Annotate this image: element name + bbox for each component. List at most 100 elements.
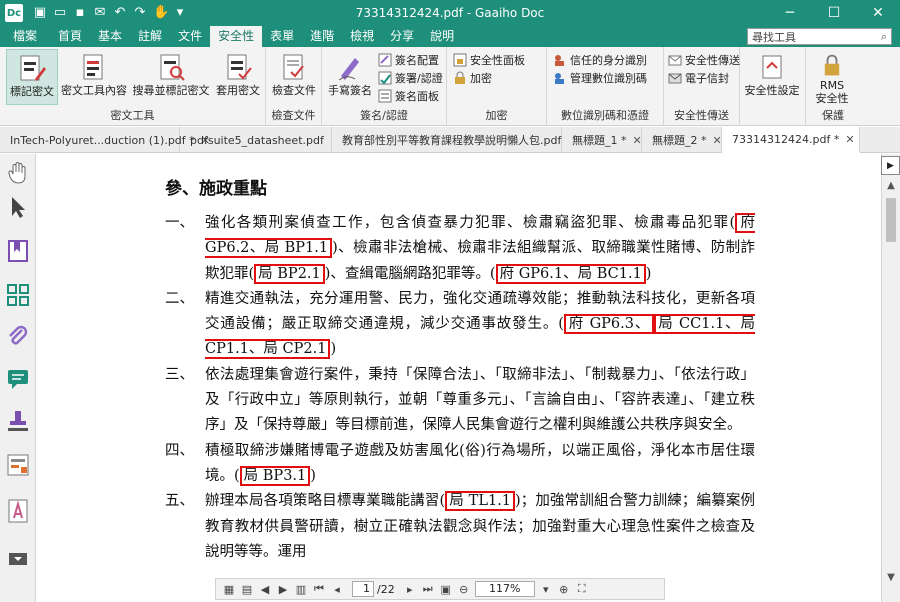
fullscreen-icon[interactable]: ⛶ — [575, 582, 589, 596]
thumbnails-icon[interactable] — [5, 282, 31, 308]
email-icon[interactable]: ✉ — [93, 6, 107, 20]
doc-tab-5[interactable]: 無標題_2 * ✕ — [642, 127, 722, 153]
scroll-down-icon[interactable]: ▼ — [885, 572, 897, 584]
stamp-icon[interactable] — [5, 408, 31, 434]
expand-right-panel-icon[interactable]: ▶ — [881, 156, 900, 175]
security-settings-button[interactable]: 安全性設定 — [745, 49, 800, 105]
item-number: 二、 — [165, 290, 194, 307]
bookmark-icon[interactable] — [5, 238, 31, 264]
item-text: ) — [330, 341, 337, 358]
minimize-button[interactable]: ─ — [768, 0, 812, 26]
collapse-icon[interactable] — [5, 546, 31, 572]
hand-icon[interactable] — [5, 160, 31, 186]
doc-tab-2[interactable]: pdfsuite5_datasheet.pdf — [180, 127, 332, 153]
last-page-icon[interactable]: ⏭ — [421, 582, 435, 596]
document-view[interactable]: 參、施政重點 一、 強化各類刑案偵查工作，包含偵查暴力犯罪、檢肅竊盜犯罪、檢肅毒… — [37, 154, 881, 602]
redaction-mark[interactable]: 局 BP2.1 — [254, 263, 325, 284]
next-view-icon[interactable]: ▶ — [276, 582, 290, 596]
signature-config-button[interactable]: 簽名配置 — [378, 51, 439, 69]
tab-basic[interactable]: 基本 — [90, 26, 130, 47]
scroll-up-icon[interactable]: ▲ — [885, 180, 897, 192]
doc-tab-3[interactable]: 教育部性別平等教育課程教學說明懶人包.pdf — [332, 127, 562, 153]
trusted-identities-button[interactable]: 信任的身分識別 — [553, 51, 647, 69]
tab-home[interactable]: 首頁 — [50, 26, 90, 47]
signature-panel-button[interactable]: 簽名面板 — [378, 87, 439, 105]
fit-width-icon[interactable]: ▥ — [294, 582, 308, 596]
redaction-mark[interactable]: 府 GP6.1、局 BC1.1 — [495, 263, 646, 284]
tool-search-input[interactable]: 尋找工具 ⌕ — [747, 28, 892, 45]
doc-tab-4[interactable]: 無標題_1 * ✕ — [562, 127, 642, 153]
open-icon[interactable]: ▭ — [53, 6, 67, 20]
search-icon[interactable]: ⌕ — [881, 30, 887, 44]
zoom-in-icon[interactable]: ⊕ — [557, 582, 571, 596]
doc-tab-active[interactable]: 73314312424.pdf * ✕ — [722, 127, 860, 153]
continuous-icon[interactable]: ▤ — [240, 582, 254, 596]
current-page-input[interactable]: 1 — [352, 581, 374, 597]
zoom-dropdown-icon[interactable]: ▾ — [539, 582, 553, 596]
redaction-properties-button[interactable]: 密文工具內容 — [60, 49, 128, 105]
pdf-page: 參、施政重點 一、 強化各類刑案偵查工作，包含偵查暴力犯罪、檢肅竊盜犯罪、檢肅毒… — [165, 174, 756, 565]
tab-document[interactable]: 文件 — [170, 26, 210, 47]
mark-redaction-button[interactable]: 標記密文 — [6, 49, 58, 105]
close-tab-icon[interactable]: ✕ — [845, 133, 854, 146]
select-arrow-icon[interactable] — [5, 194, 31, 220]
search-redaction-icon — [160, 54, 185, 81]
doc-tab-1[interactable]: InTech-Polyuret...duction (1).pdf * ✕ — [0, 127, 210, 153]
new-doc-icon[interactable]: ▣ — [33, 6, 47, 20]
fit-page-icon[interactable]: ▣ — [439, 582, 453, 596]
secure-transmit-button[interactable]: 安全性傳送 — [668, 51, 740, 69]
close-button[interactable]: ✕ — [856, 0, 900, 26]
search-mark-redaction-button[interactable]: 搜尋並標記密文 — [130, 49, 212, 105]
tab-forms[interactable]: 表單 — [262, 26, 302, 47]
customize-icon[interactable]: ▾ — [173, 6, 187, 20]
hand-tool-icon[interactable]: ✋ — [153, 6, 169, 20]
save-icon[interactable]: ▪ — [73, 6, 87, 20]
manage-digital-id-button[interactable]: 管理數位識別碼 — [553, 69, 647, 87]
check-document-button[interactable]: 檢查文件 — [268, 49, 320, 105]
next-page-icon[interactable]: ▸ — [403, 582, 417, 596]
doc-tab-label: 無標題_1 * — [572, 134, 627, 147]
security-panel-button[interactable]: 安全性面板 — [453, 51, 525, 69]
signature-icon[interactable] — [5, 498, 31, 524]
close-tab-icon[interactable]: ✕ — [633, 134, 642, 147]
tab-security[interactable]: 安全性 — [210, 26, 263, 47]
comments-icon[interactable] — [5, 366, 31, 392]
tab-file[interactable]: 檔案 — [0, 26, 50, 47]
redo-icon[interactable]: ↷ — [133, 6, 147, 20]
group-digital-id: 信任的身分識別 管理數位識別碼 數位識別碼和憑證 — [547, 47, 664, 126]
secure-transmit-label: 安全性傳送 — [685, 54, 740, 67]
previous-page-icon[interactable]: ◂ — [330, 582, 344, 596]
tab-view[interactable]: 檢視 — [342, 26, 382, 47]
zoom-out-icon[interactable]: ⊖ — [457, 582, 471, 596]
app-logo[interactable]: Dc — [5, 4, 23, 22]
tab-comment[interactable]: 註解 — [130, 26, 170, 47]
vertical-scrollbar[interactable]: ▲ ▼ — [881, 154, 900, 602]
tab-advanced[interactable]: 進階 — [302, 26, 342, 47]
redaction-mark[interactable]: 局 BP3.1 — [239, 465, 311, 486]
redaction-mark[interactable]: 局 TL1.1 — [445, 491, 516, 512]
item-number: 一、 — [165, 215, 194, 231]
ribbon-panel: 標記密文 密文工具內容 搜尋並標記密文 套用密文 密文工具 檢查文件 檢查文件 … — [0, 47, 900, 126]
tab-share[interactable]: 分享 — [382, 26, 422, 47]
first-page-icon[interactable]: ⏮ — [312, 582, 326, 596]
trusted-identities-label: 信任的身分識別 — [570, 54, 647, 67]
handwrite-signature-button[interactable]: 手寫簽名 — [324, 49, 376, 105]
single-page-icon[interactable]: ▦ — [222, 582, 236, 596]
redaction-mark[interactable]: 府 GP6.3、 — [563, 314, 655, 335]
tab-help[interactable]: 說明 — [422, 26, 462, 47]
close-tab-icon[interactable]: ✕ — [713, 134, 722, 147]
previous-view-icon[interactable]: ◀ — [258, 582, 272, 596]
digital-envelope-button[interactable]: 電子信封 — [668, 69, 729, 87]
encrypt-button[interactable]: 加密 — [453, 69, 492, 87]
undo-icon[interactable]: ↶ — [113, 6, 127, 20]
form-fields-icon[interactable] — [5, 452, 31, 478]
apply-redaction-button[interactable]: 套用密文 — [212, 49, 264, 105]
scroll-thumb[interactable] — [886, 198, 896, 242]
maximize-button[interactable]: ☐ — [812, 0, 856, 26]
zoom-level-select[interactable]: 117% — [474, 581, 535, 597]
group-sign: 手寫簽名 簽名配置 簽署/認證 簽名面板 簽名/認證 — [322, 47, 447, 126]
item-text: 強化各類刑案偵查工作，包含偵查暴力犯罪、檢肅竊盜犯罪、檢肅毒品犯罪( — [205, 215, 736, 231]
sign-certify-button[interactable]: 簽署/認證 — [378, 69, 443, 87]
attachment-icon[interactable] — [5, 324, 31, 350]
rms-security-button[interactable]: RMS 安全性 — [806, 49, 858, 105]
